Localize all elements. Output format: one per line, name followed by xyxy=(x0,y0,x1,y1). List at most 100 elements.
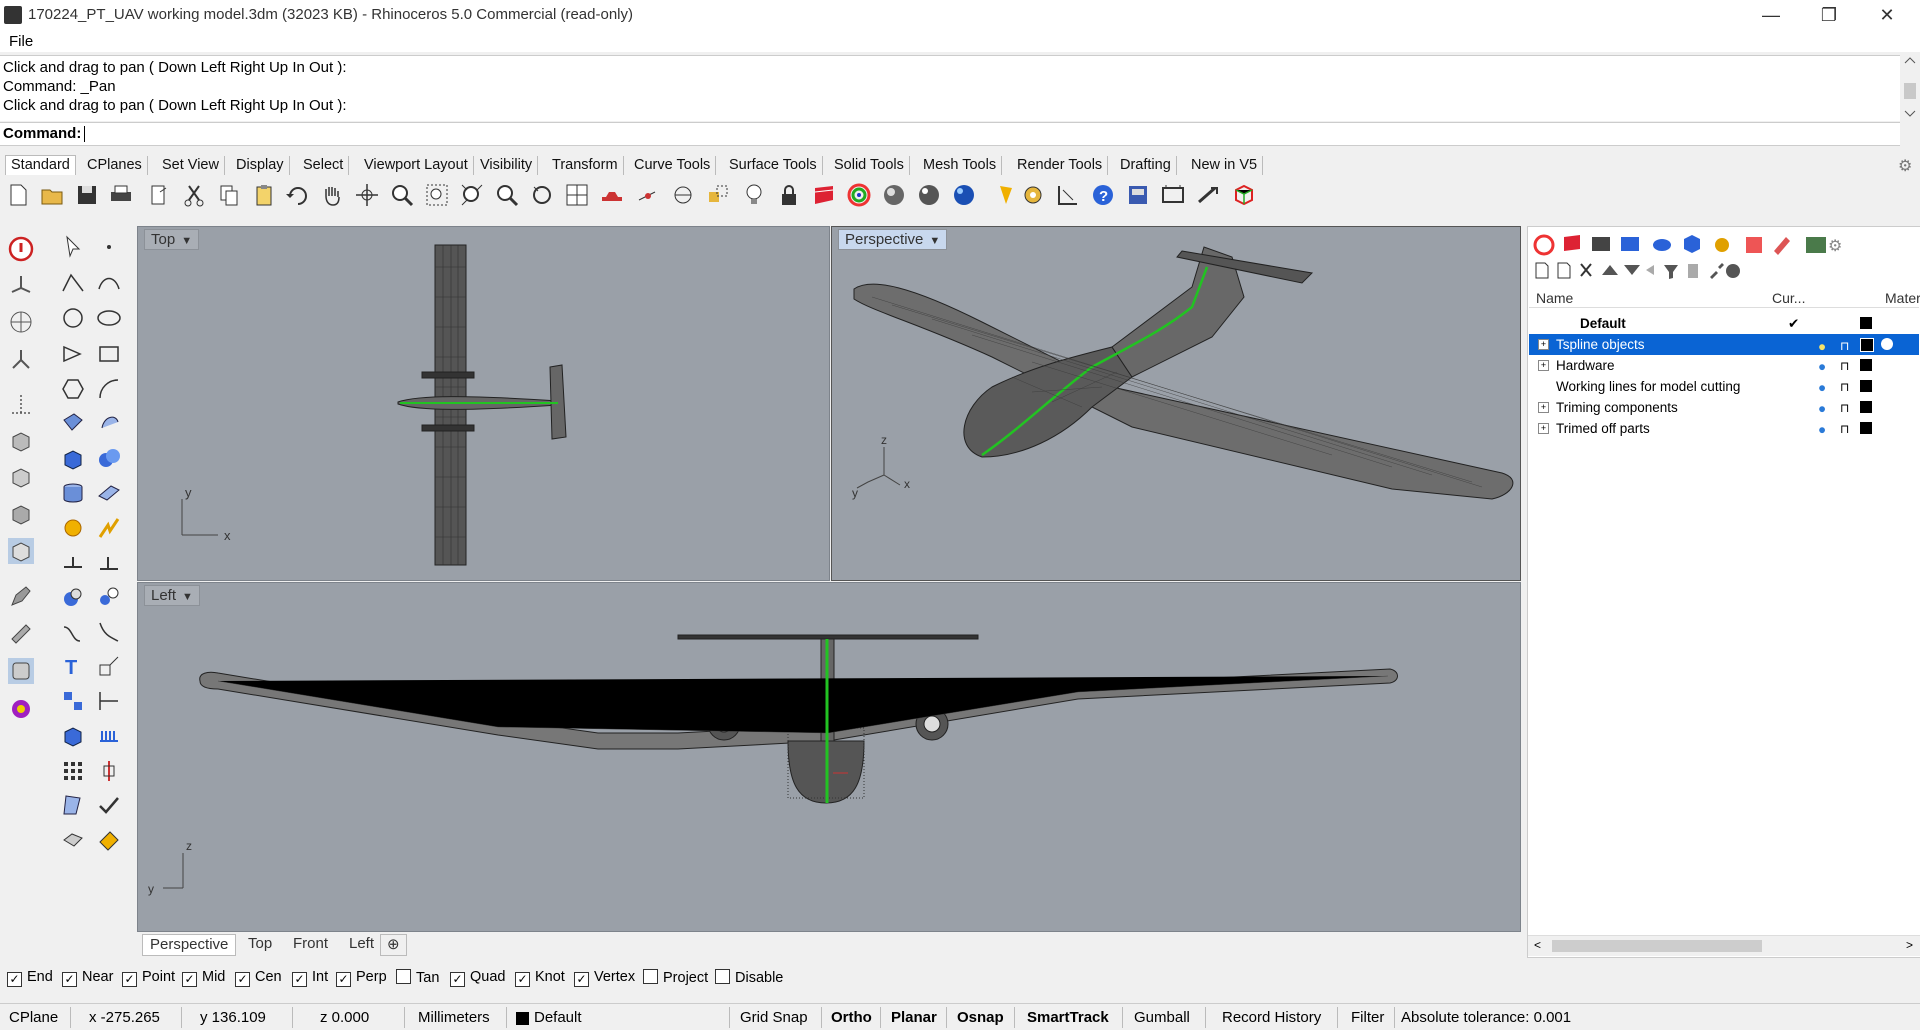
undo-view-icon[interactable] xyxy=(529,182,555,208)
osnap-disable[interactable]: Disable xyxy=(715,969,783,986)
help-icon[interactable]: ? xyxy=(1090,182,1116,208)
history-scrollbar[interactable] xyxy=(1900,55,1920,120)
column-current[interactable]: Cur... xyxy=(1772,290,1805,306)
tab-visibility[interactable]: Visibility xyxy=(475,156,539,175)
layer-color-swatch[interactable] xyxy=(1860,422,1872,434)
osnap-tan[interactable]: Tan xyxy=(396,969,439,986)
history-icon[interactable] xyxy=(96,758,122,784)
extrude-icon[interactable] xyxy=(96,410,122,436)
osnap-project[interactable]: Project xyxy=(643,969,708,986)
layers-horizontal-scrollbar[interactable]: < > xyxy=(1528,935,1920,956)
tab-set-view[interactable]: Set View xyxy=(157,156,225,175)
osnap-cen[interactable]: ✓ Cen xyxy=(235,969,282,987)
block-icon[interactable] xyxy=(60,688,86,714)
cut-icon[interactable] xyxy=(181,182,207,208)
layer-color-swatch[interactable] xyxy=(1860,380,1872,392)
boundary-box-icon[interactable] xyxy=(1230,182,1256,208)
status-grid-snap[interactable]: Grid Snap xyxy=(740,1009,808,1026)
box-right-icon[interactable] xyxy=(8,501,34,527)
lock-icon[interactable] xyxy=(776,182,802,208)
polyline-icon[interactable] xyxy=(60,269,86,295)
open-folder-icon[interactable] xyxy=(39,182,65,208)
fillet-icon[interactable] xyxy=(96,376,122,402)
tab-render-tools[interactable]: Render Tools xyxy=(1012,156,1109,175)
status-planar[interactable]: Planar xyxy=(891,1009,937,1026)
maximize-button[interactable]: ❐ xyxy=(1800,0,1858,30)
osnap-knot[interactable]: ✓ Knot xyxy=(515,969,565,987)
rendered-sphere-icon[interactable] xyxy=(916,182,942,208)
box-front-icon[interactable] xyxy=(8,464,34,490)
layer-color-swatch[interactable] xyxy=(1860,338,1874,352)
tab-solid-tools[interactable]: Solid Tools xyxy=(829,156,910,175)
status-cplane[interactable]: CPlane xyxy=(9,1009,58,1026)
unlock-icon[interactable]: ⊓ xyxy=(1840,336,1849,357)
pan-hand-icon[interactable] xyxy=(319,182,345,208)
box-view-icon[interactable] xyxy=(8,428,34,454)
rotate-view-icon[interactable] xyxy=(354,182,380,208)
world-axes-icon[interactable] xyxy=(8,309,34,335)
status-gumball[interactable]: Gumball xyxy=(1134,1009,1190,1026)
minimize-button[interactable]: — xyxy=(1742,0,1800,30)
viewport-top[interactable]: Top ▼ y x xyxy=(137,226,830,581)
vp-tab-perspective[interactable]: Perspective xyxy=(142,934,237,956)
render-tool-icon[interactable] xyxy=(60,826,86,852)
status-record-history[interactable]: Record History xyxy=(1222,1009,1321,1026)
expand-icon[interactable]: + xyxy=(1538,360,1549,371)
brush-icon[interactable] xyxy=(8,619,34,645)
unlock-icon[interactable]: ⊓ xyxy=(1840,356,1849,377)
cplane-icon[interactable] xyxy=(8,272,34,298)
status-ortho[interactable]: Ortho xyxy=(831,1009,872,1026)
rectangle-icon[interactable] xyxy=(96,341,122,367)
zoom-window-icon[interactable] xyxy=(424,182,450,208)
solid-box-icon[interactable] xyxy=(60,723,86,749)
layer-row-tspline-objects[interactable]: + Tspline objects ● ⊓ xyxy=(1529,334,1919,355)
status-filter[interactable]: Filter xyxy=(1351,1009,1384,1026)
named-views-icon[interactable] xyxy=(1125,182,1151,208)
new-file-icon[interactable] xyxy=(5,182,31,208)
light-bulb-icon[interactable]: ● xyxy=(1818,377,1826,398)
options-gear-icon[interactable] xyxy=(1020,182,1046,208)
scale-icon[interactable] xyxy=(96,653,122,679)
ellipse-icon[interactable] xyxy=(96,305,122,331)
plane-surface-icon[interactable] xyxy=(96,480,122,506)
add-viewport-tab-icon[interactable]: ⊕ xyxy=(380,934,407,956)
stop-icon[interactable] xyxy=(8,236,34,262)
light-bulb-icon[interactable]: ● xyxy=(1818,398,1826,419)
select-icon[interactable] xyxy=(635,182,661,208)
osnap-vertex[interactable]: ✓ Vertex xyxy=(574,969,635,987)
zoom-selected-icon[interactable] xyxy=(494,182,520,208)
status-osnap[interactable]: Osnap xyxy=(957,1009,1004,1026)
layer-row-trimed-off-parts[interactable]: + Trimed off parts ● ⊓ xyxy=(1529,418,1919,439)
light-bulb-icon[interactable] xyxy=(741,182,767,208)
tab-cplanes[interactable]: CPlanes xyxy=(82,156,148,175)
tab-surface-tools[interactable]: Surface Tools xyxy=(724,156,823,175)
cylinder-icon[interactable] xyxy=(60,480,86,506)
osnap-mid[interactable]: ✓ Mid xyxy=(182,969,225,987)
scrollbar-thumb[interactable] xyxy=(1552,940,1762,952)
surface-icon[interactable] xyxy=(60,410,86,436)
display-mode-icon[interactable] xyxy=(1160,182,1186,208)
undo-icon[interactable] xyxy=(284,182,310,208)
tab-transform[interactable]: Transform xyxy=(547,156,624,175)
layer-row-default[interactable]: Default ✔ xyxy=(1529,313,1919,334)
gear-icon[interactable]: ⚙ xyxy=(1898,156,1912,176)
zoom-icon[interactable] xyxy=(389,182,415,208)
tab-drafting[interactable]: Drafting xyxy=(1115,156,1177,175)
status-units[interactable]: Millimeters xyxy=(418,1009,490,1026)
light-bulb-icon[interactable]: ● xyxy=(1818,419,1826,440)
layer-color-swatch[interactable] xyxy=(1860,401,1872,413)
text-icon[interactable]: T xyxy=(60,653,86,679)
curve-icon[interactable] xyxy=(96,269,122,295)
import-icon[interactable] xyxy=(146,182,172,208)
shaded-sphere-icon[interactable] xyxy=(881,182,907,208)
snap-axes-icon[interactable] xyxy=(8,391,34,417)
gumball-icon[interactable] xyxy=(1195,182,1221,208)
material-icon[interactable] xyxy=(1881,338,1893,350)
car-wheel-icon[interactable] xyxy=(599,182,625,208)
osnap-quad[interactable]: ✓ Quad xyxy=(450,969,505,987)
gumball-tool-icon[interactable] xyxy=(8,346,34,372)
paste-icon[interactable] xyxy=(251,182,277,208)
check-icon[interactable] xyxy=(96,792,122,818)
rebuild-icon[interactable] xyxy=(60,619,86,645)
arc-icon[interactable] xyxy=(60,341,86,367)
